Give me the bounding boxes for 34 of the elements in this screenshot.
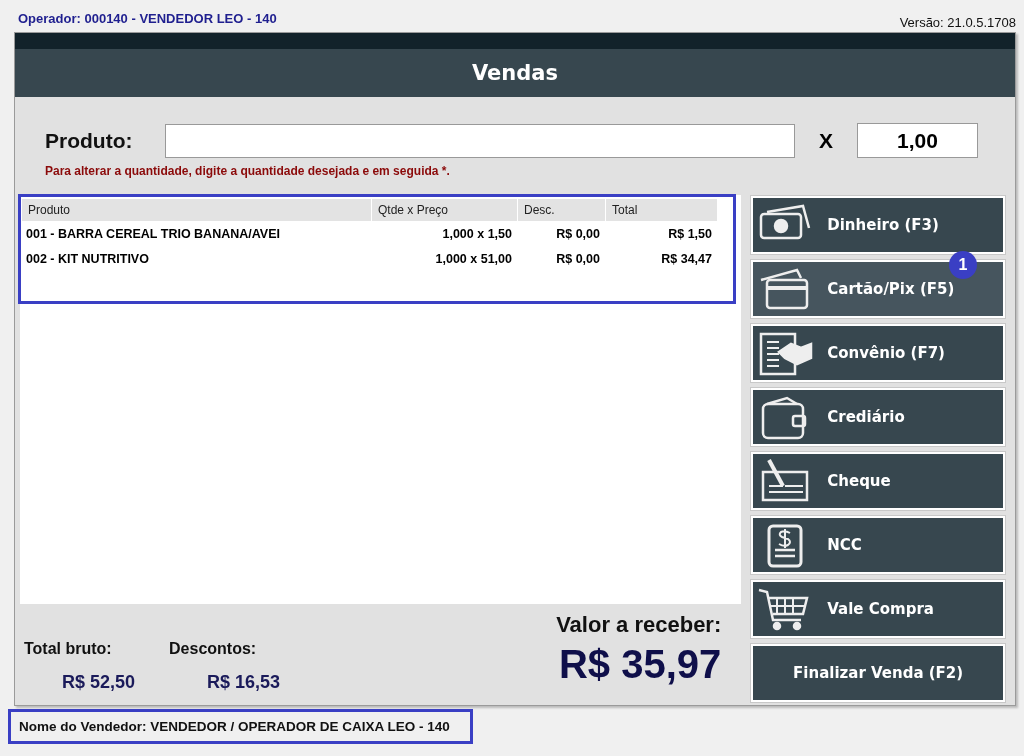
product-input[interactable] <box>165 123 795 158</box>
table-cell-text: 001 - BARRA CEREAL TRIO BANANA/AVEI <box>25 225 281 243</box>
payment-button[interactable]: Crediário <box>751 388 1005 446</box>
total-value: R$ 16,53 <box>206 672 281 693</box>
multiply-sign: X <box>819 128 833 153</box>
amount-due-label: Valor a receber: <box>556 612 722 638</box>
finish-sale-button[interactable]: Finalizar Venda (F2) <box>751 644 1005 702</box>
quantity-hint: Para alterar a quantidade, digite a quantidade desejada e em seguida *. <box>45 164 451 178</box>
payment-button[interactable]: NCC <box>751 516 1005 574</box>
payment-button[interactable]: Vale Compra <box>751 580 1005 638</box>
table-cell-text: 1,000 x 1,50 <box>441 225 513 243</box>
quantity-field[interactable]: 1,00 <box>857 123 978 158</box>
table-cell-text: 002 - KIT NUTRITIVO <box>25 250 150 268</box>
table-cell-text: R$ 1,50 <box>667 225 713 243</box>
window-title: Vendas <box>472 61 558 85</box>
payment-button[interactable]: Dinheiro (F3) <box>751 196 1005 254</box>
total-label: Total bruto: <box>24 640 113 658</box>
seller-name: Nome do Vendedor: VENDEDOR / OPERADOR DE CAIXA LEO - 140 <box>19 719 450 734</box>
version-label: Versão: 21.0.5.1708 <box>899 14 1016 30</box>
column-header[interactable]: Desc. <box>518 199 606 221</box>
column-header[interactable]: Produto <box>22 199 372 221</box>
operator-label: Operador: 000140 - VENDEDOR LEO - 140 <box>18 10 277 26</box>
total-label: Descontos: <box>169 640 258 658</box>
amount-due-value: R$ 35,97 <box>558 642 722 687</box>
table-cell-text: R$ 0,00 <box>555 250 601 268</box>
table-cell-text: 1,000 x 51,00 <box>434 250 513 268</box>
table-cell-text: R$ 34,47 <box>660 250 713 268</box>
product-label: Produto: <box>45 128 134 153</box>
total-value: R$ 52,50 <box>61 672 136 693</box>
column-header[interactable]: Total <box>606 199 718 221</box>
payment-button[interactable]: Cheque <box>751 452 1005 510</box>
table-cell-text: R$ 0,00 <box>555 225 601 243</box>
payment-button[interactable]: Convênio (F7) <box>751 324 1005 382</box>
column-header[interactable]: Qtde x Preço <box>372 199 518 221</box>
